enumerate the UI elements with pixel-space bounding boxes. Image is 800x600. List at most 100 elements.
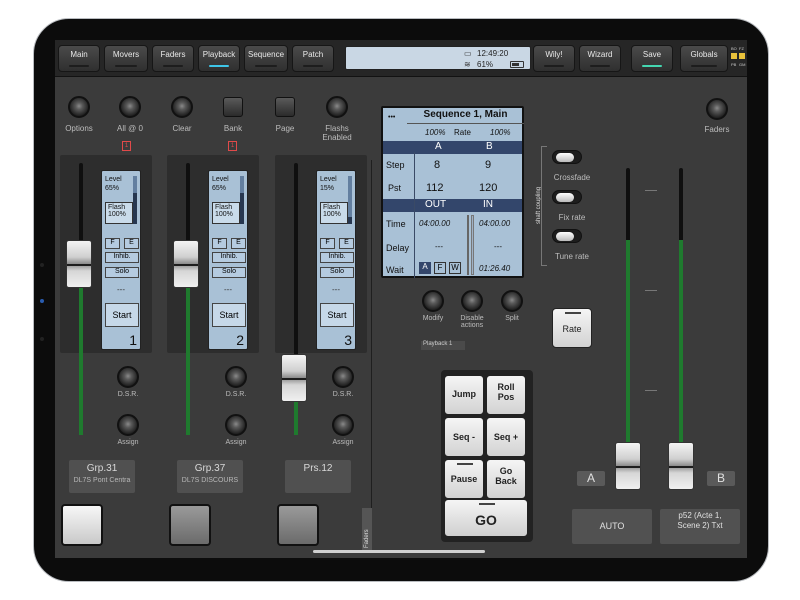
strip-1-flash-box[interactable]: Flash 100% bbox=[105, 202, 133, 224]
step-a[interactable]: 8 bbox=[434, 159, 440, 171]
strip-2-dsr-button[interactable] bbox=[225, 366, 247, 388]
strip-1-dsr-button[interactable] bbox=[117, 366, 139, 388]
strip-3-assign-button[interactable] bbox=[332, 414, 354, 436]
flashs-enabled-button[interactable] bbox=[326, 96, 348, 118]
wait-in[interactable]: 01:26.40 bbox=[479, 264, 510, 273]
strip-1-fader[interactable] bbox=[66, 240, 92, 288]
strip-2-fader[interactable] bbox=[173, 240, 199, 288]
step-b[interactable]: 9 bbox=[485, 159, 491, 171]
strip-2-start-button[interactable]: Start bbox=[212, 303, 246, 327]
strip-1-f-button[interactable]: F bbox=[105, 238, 120, 249]
sequence-button[interactable]: Sequence bbox=[244, 45, 288, 72]
bank-button[interactable] bbox=[223, 97, 243, 117]
faders-side-tab[interactable]: Faders bbox=[362, 508, 372, 550]
wily-button[interactable]: Wily! bbox=[533, 45, 575, 72]
strip-3-inhib-button[interactable]: Inhib. bbox=[320, 252, 354, 263]
strip-3-flash-pad[interactable] bbox=[277, 504, 319, 546]
playback-1-tag: Playback 1 bbox=[421, 341, 465, 350]
roll-pos-button[interactable]: Roll Pos bbox=[486, 375, 526, 415]
time-in[interactable]: 04:00.00 bbox=[479, 219, 510, 228]
cue-label[interactable]: p52 (Acte 1, Scene 2) Txt bbox=[660, 509, 740, 544]
strip-3-group-label[interactable]: Prs.12 bbox=[285, 460, 351, 493]
strip-1-number: 1 bbox=[129, 332, 137, 348]
go-button[interactable]: GO bbox=[444, 499, 528, 537]
strip-2-number: 2 bbox=[236, 332, 244, 348]
all-at-zero-label: All @ 0 bbox=[117, 124, 143, 133]
strip-2-group-label[interactable]: Grp.37 DL7S DISCOURS bbox=[177, 460, 243, 493]
movers-button[interactable]: Movers bbox=[104, 45, 148, 72]
all-at-zero-button[interactable] bbox=[119, 96, 141, 118]
clear-label: Clear bbox=[172, 124, 192, 133]
modify-button[interactable] bbox=[422, 290, 444, 312]
battery-icon bbox=[510, 61, 524, 68]
split-button[interactable] bbox=[501, 290, 523, 312]
pst-b[interactable]: 120 bbox=[479, 182, 497, 194]
patch-button[interactable]: Patch bbox=[292, 45, 334, 72]
faders-button[interactable]: Faders bbox=[152, 45, 194, 72]
status-display: ▭ ≋ 12:49:20 61% bbox=[345, 46, 531, 70]
strip-2-flash-box[interactable]: Flash 100% bbox=[212, 202, 240, 224]
strip-3-f-button[interactable]: F bbox=[320, 238, 335, 249]
save-led bbox=[642, 65, 662, 67]
globals-button[interactable]: Globals bbox=[680, 45, 728, 72]
strip-1-group-label[interactable]: Grp.31 DL7S Pont Centra bbox=[69, 460, 135, 493]
strip-1-flash-pad[interactable] bbox=[61, 504, 103, 546]
seq-minus-button[interactable]: Seq - bbox=[444, 417, 484, 457]
camera-dot bbox=[40, 263, 44, 267]
time-out[interactable]: 04:00.00 bbox=[419, 219, 450, 228]
strip-2-inhib-button[interactable]: Inhib. bbox=[212, 252, 246, 263]
bo-indicator[interactable]: BO FZ PB GM bbox=[731, 45, 745, 69]
crossfade-fader-b[interactable] bbox=[668, 442, 694, 490]
fix-rate-toggle[interactable] bbox=[552, 190, 582, 204]
bo-lamp bbox=[731, 53, 737, 59]
disable-actions-button[interactable] bbox=[461, 290, 483, 312]
clear-button[interactable] bbox=[171, 96, 193, 118]
strip-2-display: Level 65% Flash 100% F E Inhib. Solo --- … bbox=[208, 170, 248, 350]
bank-label: Bank bbox=[223, 124, 243, 133]
seq-dots[interactable]: ••• bbox=[388, 114, 395, 121]
wait-w-button[interactable]: W bbox=[449, 262, 461, 274]
fader-a-label: A bbox=[577, 471, 605, 486]
pst-a[interactable]: 112 bbox=[426, 182, 444, 194]
options-button[interactable] bbox=[68, 96, 90, 118]
rate-button[interactable]: Rate bbox=[552, 308, 592, 348]
strip-2-assign-button[interactable] bbox=[225, 414, 247, 436]
wait-a-button[interactable]: A bbox=[419, 262, 431, 274]
strip-3-fader[interactable] bbox=[281, 354, 307, 402]
strip-3-solo-button[interactable]: Solo bbox=[320, 267, 354, 278]
auto-button[interactable]: AUTO bbox=[572, 509, 652, 544]
strip-1-fader-track bbox=[79, 163, 83, 435]
strip-2-flash-pad[interactable] bbox=[169, 504, 211, 546]
home-indicator[interactable] bbox=[313, 550, 485, 553]
strip-1-assign-button[interactable] bbox=[117, 414, 139, 436]
strip-3-flash-box[interactable]: Flash 100% bbox=[320, 202, 348, 224]
strip-2-solo-button[interactable]: Solo bbox=[212, 267, 246, 278]
seq-plus-button[interactable]: Seq + bbox=[486, 417, 526, 457]
wait-f-button[interactable]: F bbox=[434, 262, 446, 274]
strip-1-e-button[interactable]: E bbox=[124, 238, 139, 249]
save-button[interactable]: Save bbox=[631, 45, 673, 72]
jump-button[interactable]: Jump bbox=[444, 375, 484, 415]
sequence-display: ••• Sequence 1, Main 100% Rate 100% AB S… bbox=[381, 106, 524, 278]
strip-3-e-button[interactable]: E bbox=[339, 238, 354, 249]
strip-2-f-button[interactable]: F bbox=[212, 238, 227, 249]
strip-2-e-button[interactable]: E bbox=[231, 238, 246, 249]
faders-view-button[interactable] bbox=[706, 98, 728, 120]
strip-3-start-button[interactable]: Start bbox=[320, 303, 354, 327]
sensor-dot bbox=[40, 299, 44, 303]
wizard-button[interactable]: Wizard bbox=[579, 45, 621, 72]
strip-1-solo-button[interactable]: Solo bbox=[105, 267, 139, 278]
faders-view-label: Faders bbox=[704, 125, 730, 134]
pause-button[interactable]: Pause bbox=[444, 459, 484, 499]
main-button[interactable]: Main bbox=[58, 45, 100, 72]
tune-rate-toggle[interactable] bbox=[552, 229, 582, 243]
crossfade-toggle[interactable] bbox=[552, 150, 582, 164]
playback-button[interactable]: Playback bbox=[198, 45, 240, 72]
go-back-button[interactable]: Go Back bbox=[486, 459, 526, 499]
crossfade-fader-a[interactable] bbox=[615, 442, 641, 490]
strip-1-inhib-button[interactable]: Inhib. bbox=[105, 252, 139, 263]
ab-header: AB bbox=[383, 141, 522, 154]
strip-3-dsr-button[interactable] bbox=[332, 366, 354, 388]
strip-1-start-button[interactable]: Start bbox=[105, 303, 139, 327]
page-button[interactable] bbox=[275, 97, 295, 117]
